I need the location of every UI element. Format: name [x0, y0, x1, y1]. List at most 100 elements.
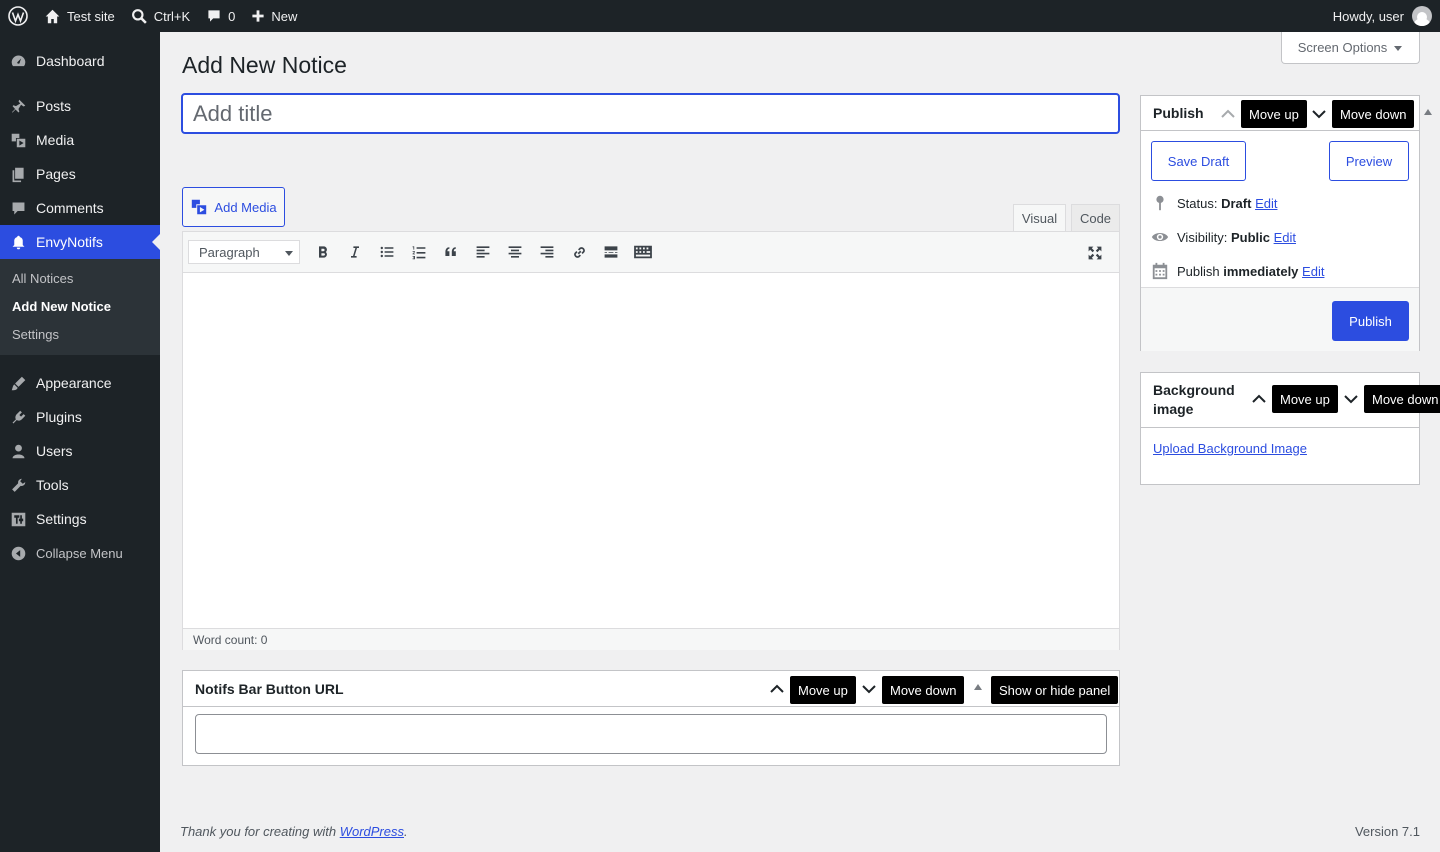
blockquote-button[interactable]	[435, 237, 467, 267]
howdy-text: Howdy, user	[1332, 8, 1404, 24]
admin-bar: Test site Ctrl+K 0 New Howdy, user	[0, 0, 1440, 32]
toggle-panel-icon[interactable]	[974, 680, 982, 690]
menu-item-pages[interactable]: Pages	[0, 157, 160, 191]
numbered-list-button[interactable]	[403, 237, 435, 267]
fullscreen-button[interactable]	[1079, 238, 1111, 268]
tab-code[interactable]: Code	[1071, 204, 1120, 232]
bold-button[interactable]	[307, 237, 339, 267]
pages-icon	[12, 167, 24, 182]
footer-thanks-suffix: .	[404, 824, 408, 839]
publish-button-label: Publish	[1349, 313, 1392, 329]
wrench-icon	[12, 478, 26, 492]
submenu-item-settings[interactable]: Settings	[0, 321, 160, 349]
button-url-input[interactable]	[195, 714, 1107, 754]
move-up-button[interactable]	[767, 679, 787, 699]
dashboard-icon	[11, 55, 26, 66]
tab-visual-label: Visual	[1021, 210, 1058, 226]
save-draft-button[interactable]: Save Draft	[1151, 141, 1246, 181]
publish-move-up-button[interactable]	[1218, 104, 1238, 124]
format-select[interactable]: Paragraph	[188, 240, 300, 264]
word-count: Word count: 0	[183, 628, 1119, 650]
chevron-up-icon	[1252, 394, 1266, 403]
menu-label: Posts	[36, 98, 72, 114]
menu-label: Media	[36, 132, 75, 148]
publish-move-down-button[interactable]	[1309, 104, 1329, 124]
bell-icon	[12, 235, 25, 249]
tab-visual[interactable]: Visual	[1013, 204, 1066, 232]
site-name-link[interactable]: Test site	[36, 0, 123, 32]
align-center-icon	[508, 246, 522, 258]
site-name: Test site	[67, 8, 115, 24]
editor-content-area[interactable]	[183, 273, 1119, 628]
menu-item-posts[interactable]: Posts	[0, 89, 160, 123]
search-icon	[131, 8, 147, 24]
publish-toggle-panel-icon[interactable]	[1424, 105, 1432, 115]
envynotifs-submenu: All Notices Add New Notice Settings	[0, 259, 160, 355]
title-input[interactable]	[181, 93, 1120, 134]
new-content-button[interactable]: New	[243, 0, 305, 32]
menu-item-tools[interactable]: Tools	[0, 468, 160, 502]
status-row: Status: Draft Edit	[1151, 194, 1277, 212]
menu-item-plugins[interactable]: Plugins	[0, 400, 160, 434]
bullet-list-icon	[380, 246, 394, 258]
align-left-button[interactable]	[467, 237, 499, 267]
italic-icon	[351, 246, 359, 258]
menu-item-dashboard[interactable]: Dashboard	[0, 44, 160, 78]
my-account[interactable]: Howdy, user	[1333, 6, 1440, 26]
upload-background-link[interactable]: Upload Background Image	[1153, 441, 1307, 456]
preview-button[interactable]: Preview	[1329, 141, 1409, 181]
submenu-item-add-new-notice[interactable]: Add New Notice	[0, 293, 160, 321]
comments-count: 0	[228, 8, 236, 24]
edit-publish-time-link[interactable]: Edit	[1302, 264, 1324, 279]
bg-move-down-tooltip: Move down	[1364, 385, 1440, 413]
eye-icon	[1151, 232, 1169, 242]
publish-time-label: Publish	[1177, 263, 1220, 279]
collapse-menu-button[interactable]: Collapse Menu	[0, 536, 160, 570]
link-icon	[573, 246, 585, 258]
italic-button[interactable]	[339, 237, 371, 267]
search-button[interactable]: Ctrl+K	[123, 0, 198, 32]
submenu-item-all-notices[interactable]: All Notices	[0, 265, 160, 293]
avatar	[1412, 6, 1432, 26]
menu-item-comments[interactable]: Comments	[0, 191, 160, 225]
wordpress-link[interactable]: WordPress	[340, 824, 404, 839]
edit-status-link[interactable]: Edit	[1255, 196, 1277, 211]
toolbar-toggle-button[interactable]	[627, 237, 659, 267]
move-down-button[interactable]	[859, 679, 879, 699]
visibility-label: Visibility:	[1177, 229, 1228, 245]
menu-label: Tools	[36, 477, 69, 493]
bg-move-up-button[interactable]	[1249, 389, 1269, 409]
move-down-tooltip: Move down	[882, 676, 965, 704]
menu-item-appearance[interactable]: Appearance	[0, 366, 160, 400]
screen-options-button[interactable]: Screen Options	[1281, 32, 1420, 64]
edit-visibility-link[interactable]: Edit	[1274, 230, 1296, 245]
meta-box-title: Notifs Bar Button URL	[195, 680, 344, 697]
menu-label: Pages	[36, 166, 76, 182]
keyboard-icon	[634, 245, 652, 259]
meta-box-header: Notifs Bar Button URL Move up Move down …	[183, 671, 1119, 707]
menu-item-envynotifs[interactable]: EnvyNotifs	[0, 225, 160, 259]
menu-item-media[interactable]: Media	[0, 123, 160, 157]
add-media-button[interactable]: Add Media	[182, 187, 285, 227]
publish-meta-box: Publish Move up Move down Save Draft Pre…	[1140, 95, 1420, 351]
insert-link-button[interactable]	[563, 237, 595, 267]
move-up-tooltip: Move up	[790, 676, 856, 704]
media-icon	[192, 199, 207, 215]
bullet-list-button[interactable]	[371, 237, 403, 267]
bg-move-down-button[interactable]	[1341, 389, 1361, 409]
align-right-icon	[540, 246, 554, 258]
read-more-button[interactable]	[595, 237, 627, 267]
publish-move-down-tooltip: Move down	[1332, 100, 1415, 128]
menu-item-users[interactable]: Users	[0, 434, 160, 468]
align-right-button[interactable]	[531, 237, 563, 267]
comments-button[interactable]: 0	[198, 0, 243, 32]
media-icon	[11, 133, 26, 147]
publish-button[interactable]: Publish	[1332, 301, 1409, 341]
chevron-up-icon	[1221, 109, 1235, 118]
numbered-list-icon	[412, 246, 426, 260]
menu-item-settings[interactable]: Settings	[0, 502, 160, 536]
align-center-button[interactable]	[499, 237, 531, 267]
wordpress-logo-icon	[8, 6, 28, 26]
footer-thanks: Thank you for creating with WordPress.	[180, 824, 408, 839]
wordpress-logo-button[interactable]	[0, 0, 36, 32]
